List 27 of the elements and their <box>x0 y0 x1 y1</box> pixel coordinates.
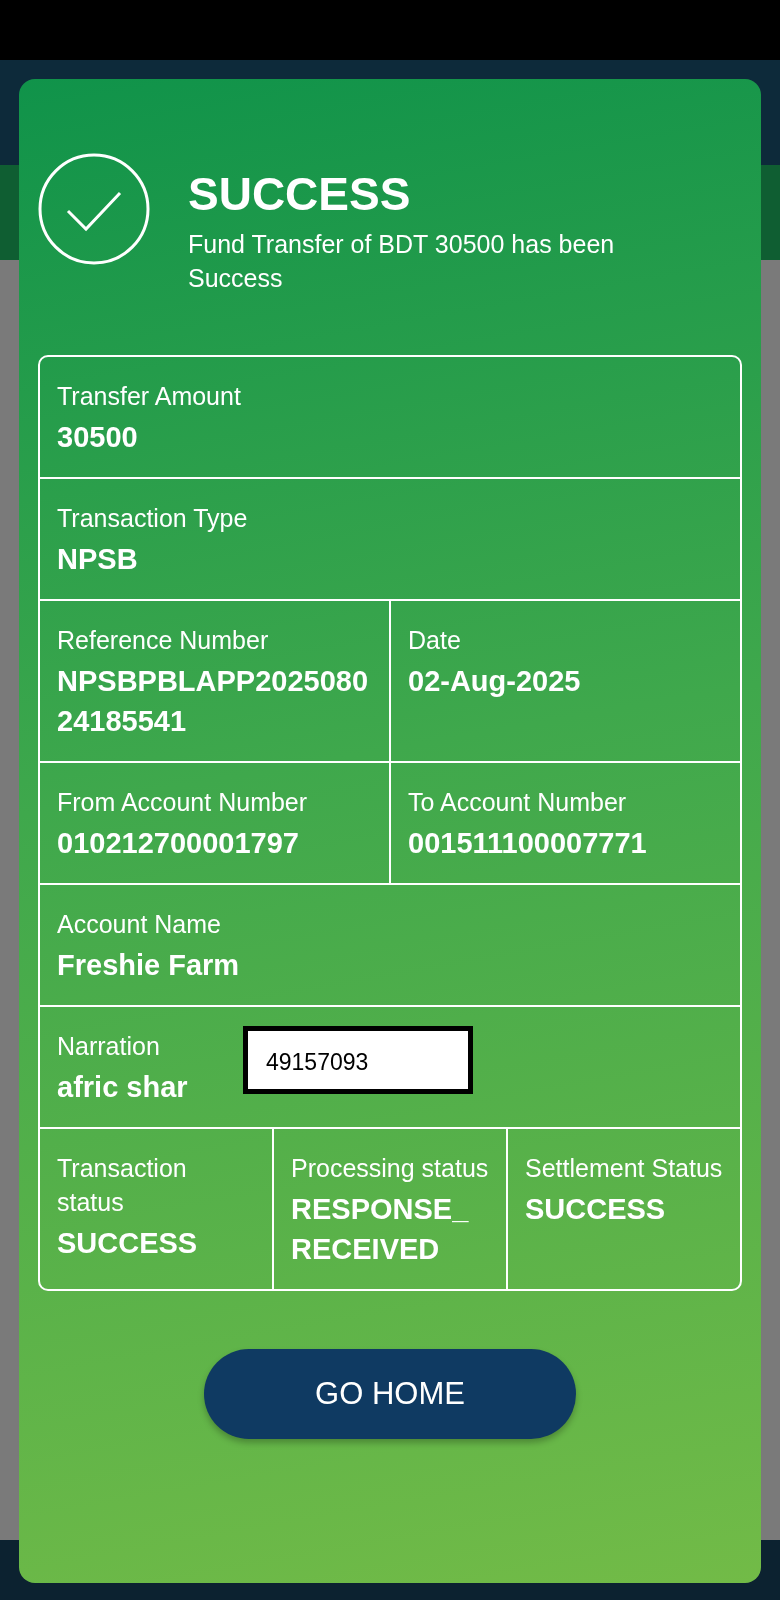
field-label: Settlement Status <box>525 1153 723 1184</box>
field-label: Transaction Type <box>57 503 248 534</box>
field-value: 02-Aug-2025 <box>408 664 581 699</box>
field-label: Transfer Amount <box>57 381 241 412</box>
field-label: To Account Number <box>408 787 627 818</box>
field-label: Processing status <box>291 1153 489 1184</box>
field-value: SUCCESS <box>57 1226 198 1261</box>
overlay-note: 49157093 <box>243 1026 473 1094</box>
field-label: Reference Number <box>57 625 269 656</box>
dialog-title: SUCCESS <box>188 167 412 221</box>
field-label: Transaction status <box>57 1153 188 1218</box>
field-value: 010212700001797 <box>57 826 299 861</box>
field-value: 30500 <box>57 420 138 455</box>
go-home-button[interactable]: GO HOME <box>204 1349 576 1439</box>
dialog-message: Fund Transfer of BDT 30500 has been Success <box>188 229 616 294</box>
field-value: NPSBPBLAPP202508024185541 <box>57 664 370 739</box>
field-value: afric shar <box>57 1070 188 1105</box>
field-value: Freshie Farm <box>57 948 240 983</box>
field-label: Date <box>408 625 461 656</box>
field-value: SUCCESS <box>525 1192 666 1227</box>
field-value: RESPONSE_RECEIVED <box>291 1192 470 1267</box>
field-label: From Account Number <box>57 787 308 818</box>
field-label: Account Name <box>57 909 221 940</box>
field-value: 001511100007771 <box>408 826 647 861</box>
checkmark-circle-icon <box>38 153 150 265</box>
field-label: Narration <box>57 1031 160 1062</box>
field-value: NPSB <box>57 542 138 577</box>
